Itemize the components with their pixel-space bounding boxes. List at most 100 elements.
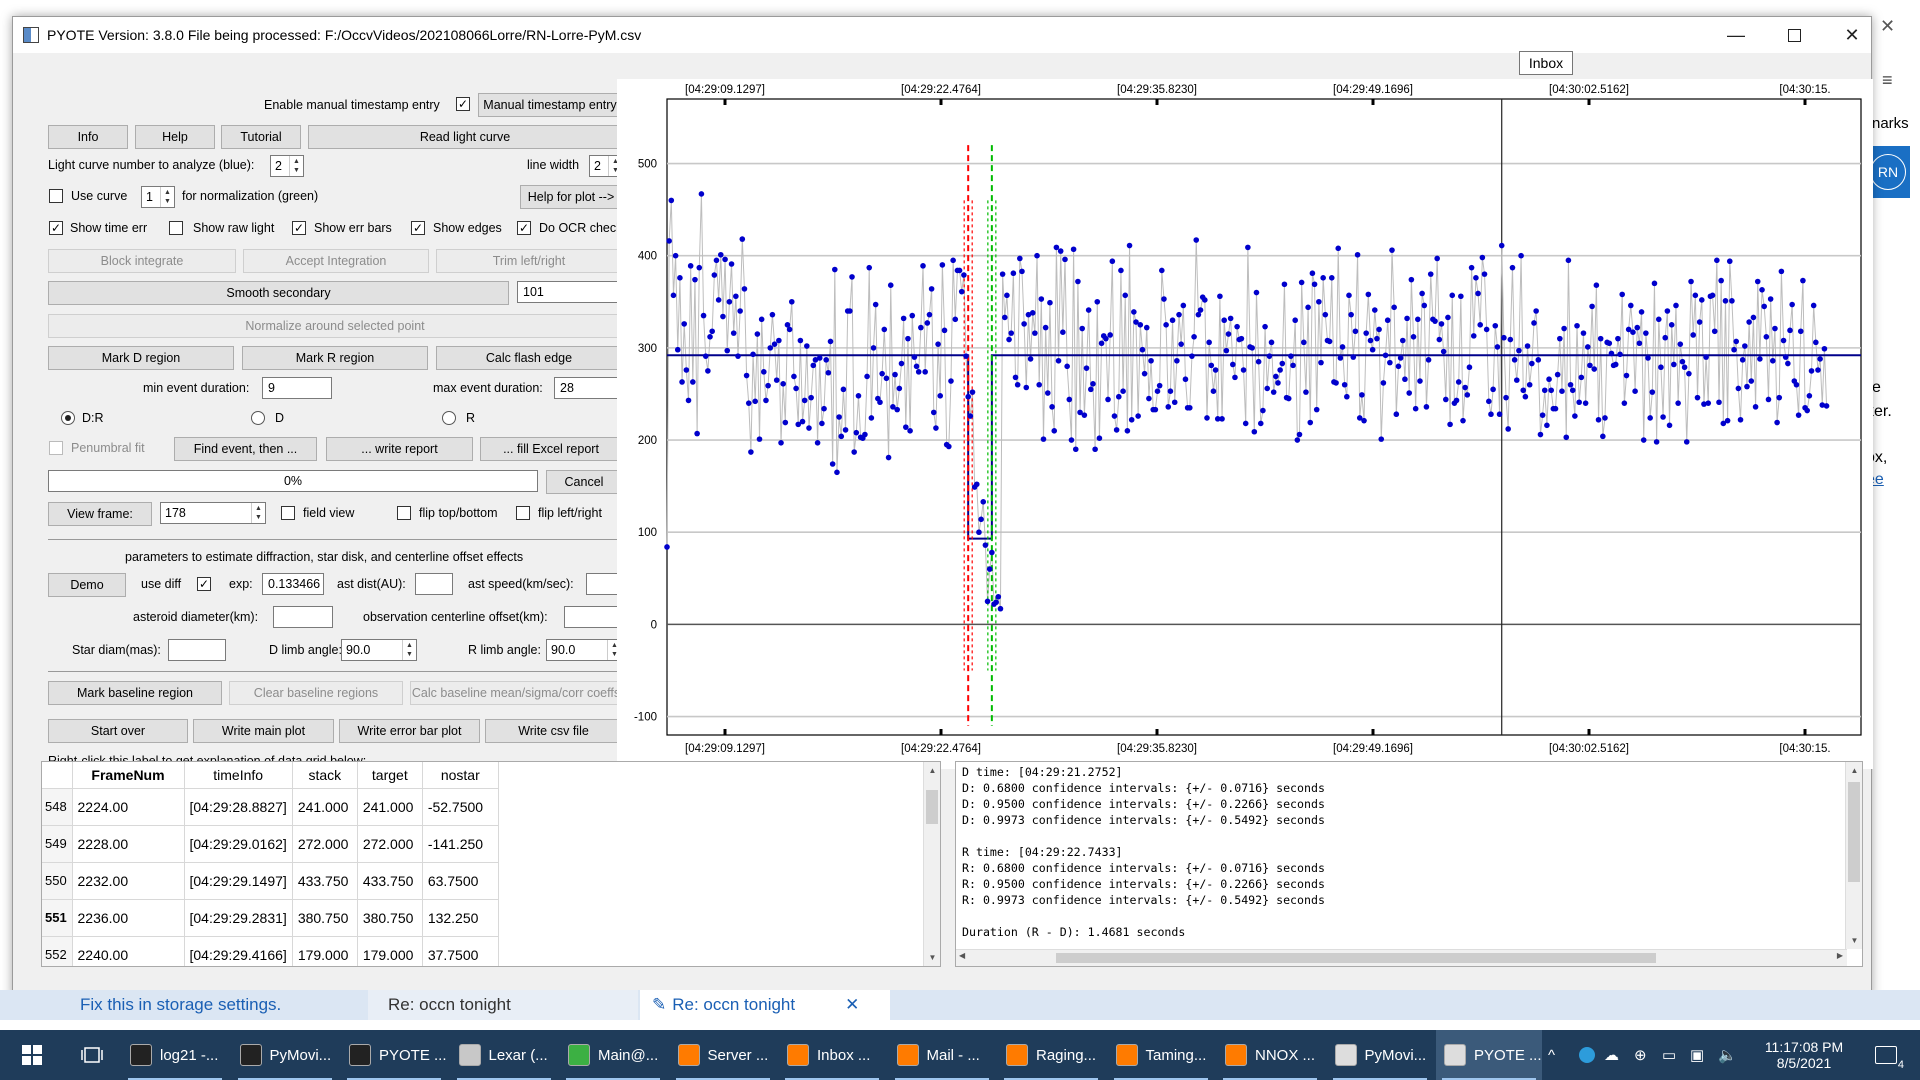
hamburger-icon[interactable]: ≡: [1882, 70, 1893, 91]
mark-r-button[interactable]: Mark R region: [242, 346, 428, 370]
write-report-button[interactable]: ... write report: [326, 437, 473, 461]
star-diam-input[interactable]: [168, 639, 226, 661]
spin-arrows-icon[interactable]: ▲ ▼: [402, 640, 416, 660]
accept-integration-button[interactable]: Accept Integration: [243, 249, 429, 273]
d-limb-spinbox[interactable]: 90.0 ▲ ▼: [341, 639, 417, 661]
demo-button[interactable]: Demo: [48, 573, 126, 597]
trim-button[interactable]: Trim left/right: [436, 249, 622, 273]
taskbar-app[interactable]: PyMovi...: [232, 1030, 338, 1080]
write-main-plot-button[interactable]: Write main plot: [193, 719, 334, 743]
report-vscrollbar[interactable]: ▲ ▼: [1845, 762, 1862, 949]
fill-excel-button[interactable]: ... fill Excel report: [480, 437, 622, 461]
battery-icon[interactable]: ▭: [1662, 1030, 1676, 1080]
col-header[interactable]: FrameNum: [72, 762, 185, 789]
storage-link[interactable]: Fix this in storage settings.: [80, 990, 281, 1020]
scroll-down-icon[interactable]: ▼: [1846, 932, 1862, 949]
help-for-plot-button[interactable]: Help for plot -->: [520, 185, 622, 209]
cell[interactable]: 272.000: [292, 825, 358, 863]
cancel-button[interactable]: Cancel: [546, 470, 622, 494]
obs-offset-input[interactable]: [564, 606, 622, 628]
taskbar-app[interactable]: PyMovi...: [1327, 1030, 1433, 1080]
show-time-err-checkbox[interactable]: ✓: [49, 221, 63, 235]
spin-arrows-icon[interactable]: ▲ ▼: [289, 156, 303, 176]
cell[interactable]: 433.750: [292, 862, 358, 900]
view-frame-spinbox[interactable]: 178 ▲ ▼: [160, 502, 266, 524]
write-err-plot-button[interactable]: Write error bar plot: [339, 719, 480, 743]
cell[interactable]: [04:29:29.4166]: [184, 936, 293, 966]
taskbar-app[interactable]: Lexar (...: [451, 1030, 557, 1080]
scroll-thumb[interactable]: [1056, 953, 1656, 963]
manual-ts-button[interactable]: Manual timestamp entry: [478, 93, 622, 117]
cell[interactable]: 241.000: [357, 788, 423, 826]
cell[interactable]: 132.250: [422, 899, 499, 937]
show-edges-checkbox[interactable]: ✓: [411, 221, 425, 235]
find-event-button[interactable]: Find event, then ...: [174, 437, 317, 461]
table-row[interactable]: 548 2224.00 [04:29:28.8827] 241.000 241.…: [42, 788, 499, 826]
taskbar-app[interactable]: Main@...: [560, 1030, 666, 1080]
scroll-up-icon[interactable]: ▲: [1846, 762, 1862, 779]
globe-icon[interactable]: ⊕: [1634, 1030, 1647, 1080]
taskbar-app[interactable]: Mail - ...: [889, 1030, 995, 1080]
mark-baseline-button[interactable]: Mark baseline region: [48, 681, 222, 705]
smooth-secondary-button[interactable]: Smooth secondary: [48, 281, 509, 305]
scroll-thumb[interactable]: [926, 790, 938, 824]
tab-re-occn[interactable]: Re: occn tonight: [368, 990, 638, 1020]
exp-input[interactable]: 0.133466: [262, 573, 324, 595]
calc-baseline-button[interactable]: Calc baseline mean/sigma/corr coeffs: [410, 681, 622, 705]
start-over-button[interactable]: Start over: [48, 719, 188, 743]
taskbar-app[interactable]: PYOTE ...: [1436, 1030, 1542, 1080]
table-row[interactable]: 552 2240.00 [04:29:29.4166] 179.000 179.…: [42, 936, 499, 966]
cell[interactable]: 179.000: [357, 936, 423, 966]
view-frame-button[interactable]: View frame:: [48, 502, 152, 526]
cell[interactable]: 63.7500: [422, 862, 499, 900]
cell[interactable]: 380.750: [357, 899, 423, 937]
cell[interactable]: 179.000: [292, 936, 358, 966]
ast-dist-input[interactable]: [415, 573, 453, 595]
onedrive-icon[interactable]: ☁: [1604, 1030, 1619, 1080]
flip-lr-checkbox[interactable]: [516, 506, 530, 520]
cell[interactable]: 2236.00: [72, 899, 185, 937]
cell[interactable]: [04:29:29.1497]: [184, 862, 293, 900]
taskbar-app[interactable]: Inbox ...: [779, 1030, 885, 1080]
cell[interactable]: 380.750: [292, 899, 358, 937]
flip-tb-checkbox[interactable]: [397, 506, 411, 520]
scroll-down-icon[interactable]: ▼: [924, 949, 940, 966]
close-icon[interactable]: ✕: [1823, 17, 1881, 53]
bg-top-close-icon[interactable]: ✕: [1880, 16, 1895, 37]
use-curve-checkbox[interactable]: [49, 189, 63, 203]
cell[interactable]: [04:29:29.0162]: [184, 825, 293, 863]
tray-app-icon[interactable]: [1578, 1030, 1596, 1080]
use-curve-spinbox[interactable]: 1 ▲ ▼: [141, 186, 175, 208]
ast-diam-input[interactable]: [273, 606, 333, 628]
cell[interactable]: 433.750: [357, 862, 423, 900]
table-row[interactable]: 551 2236.00 [04:29:29.2831] 380.750 380.…: [42, 899, 499, 937]
write-csv-button[interactable]: Write csv file: [485, 719, 622, 743]
help-button[interactable]: Help: [135, 125, 215, 149]
show-err-bars-checkbox[interactable]: ✓: [292, 221, 306, 235]
normalize-button[interactable]: Normalize around selected point: [48, 314, 622, 338]
col-header[interactable]: nostar: [422, 762, 499, 789]
d-radio[interactable]: [251, 411, 265, 425]
taskbar-app[interactable]: Server ...: [670, 1030, 776, 1080]
info-button[interactable]: Info: [48, 125, 128, 149]
task-view-icon[interactable]: [74, 1030, 110, 1080]
report-hscrollbar[interactable]: ◀ ▶: [956, 949, 1847, 966]
mark-d-button[interactable]: Mark D region: [48, 346, 234, 370]
col-header[interactable]: timeInfo: [184, 762, 293, 789]
tray-chevron-icon[interactable]: ^: [1548, 1030, 1555, 1080]
col-header[interactable]: target: [357, 762, 423, 789]
maximize-icon[interactable]: [1765, 17, 1823, 53]
notification-icon[interactable]: 4: [1866, 1030, 1906, 1080]
scroll-thumb[interactable]: [1848, 782, 1860, 882]
read-light-curve-button[interactable]: Read light curve: [308, 125, 622, 149]
taskbar-app[interactable]: NNOX ...: [1217, 1030, 1323, 1080]
minimize-icon[interactable]: —: [1707, 17, 1765, 53]
cell[interactable]: -141.250: [422, 825, 499, 863]
taskbar-app[interactable]: log21 -...: [122, 1030, 228, 1080]
spin-arrows-icon[interactable]: ▲ ▼: [160, 187, 174, 207]
cell[interactable]: 272.000: [357, 825, 423, 863]
manual-ts-checkbox[interactable]: ✓: [456, 97, 470, 111]
smooth-value-input[interactable]: 101: [517, 281, 622, 303]
penumbral-checkbox[interactable]: [49, 441, 63, 455]
taskbar-app[interactable]: Raging...: [998, 1030, 1104, 1080]
